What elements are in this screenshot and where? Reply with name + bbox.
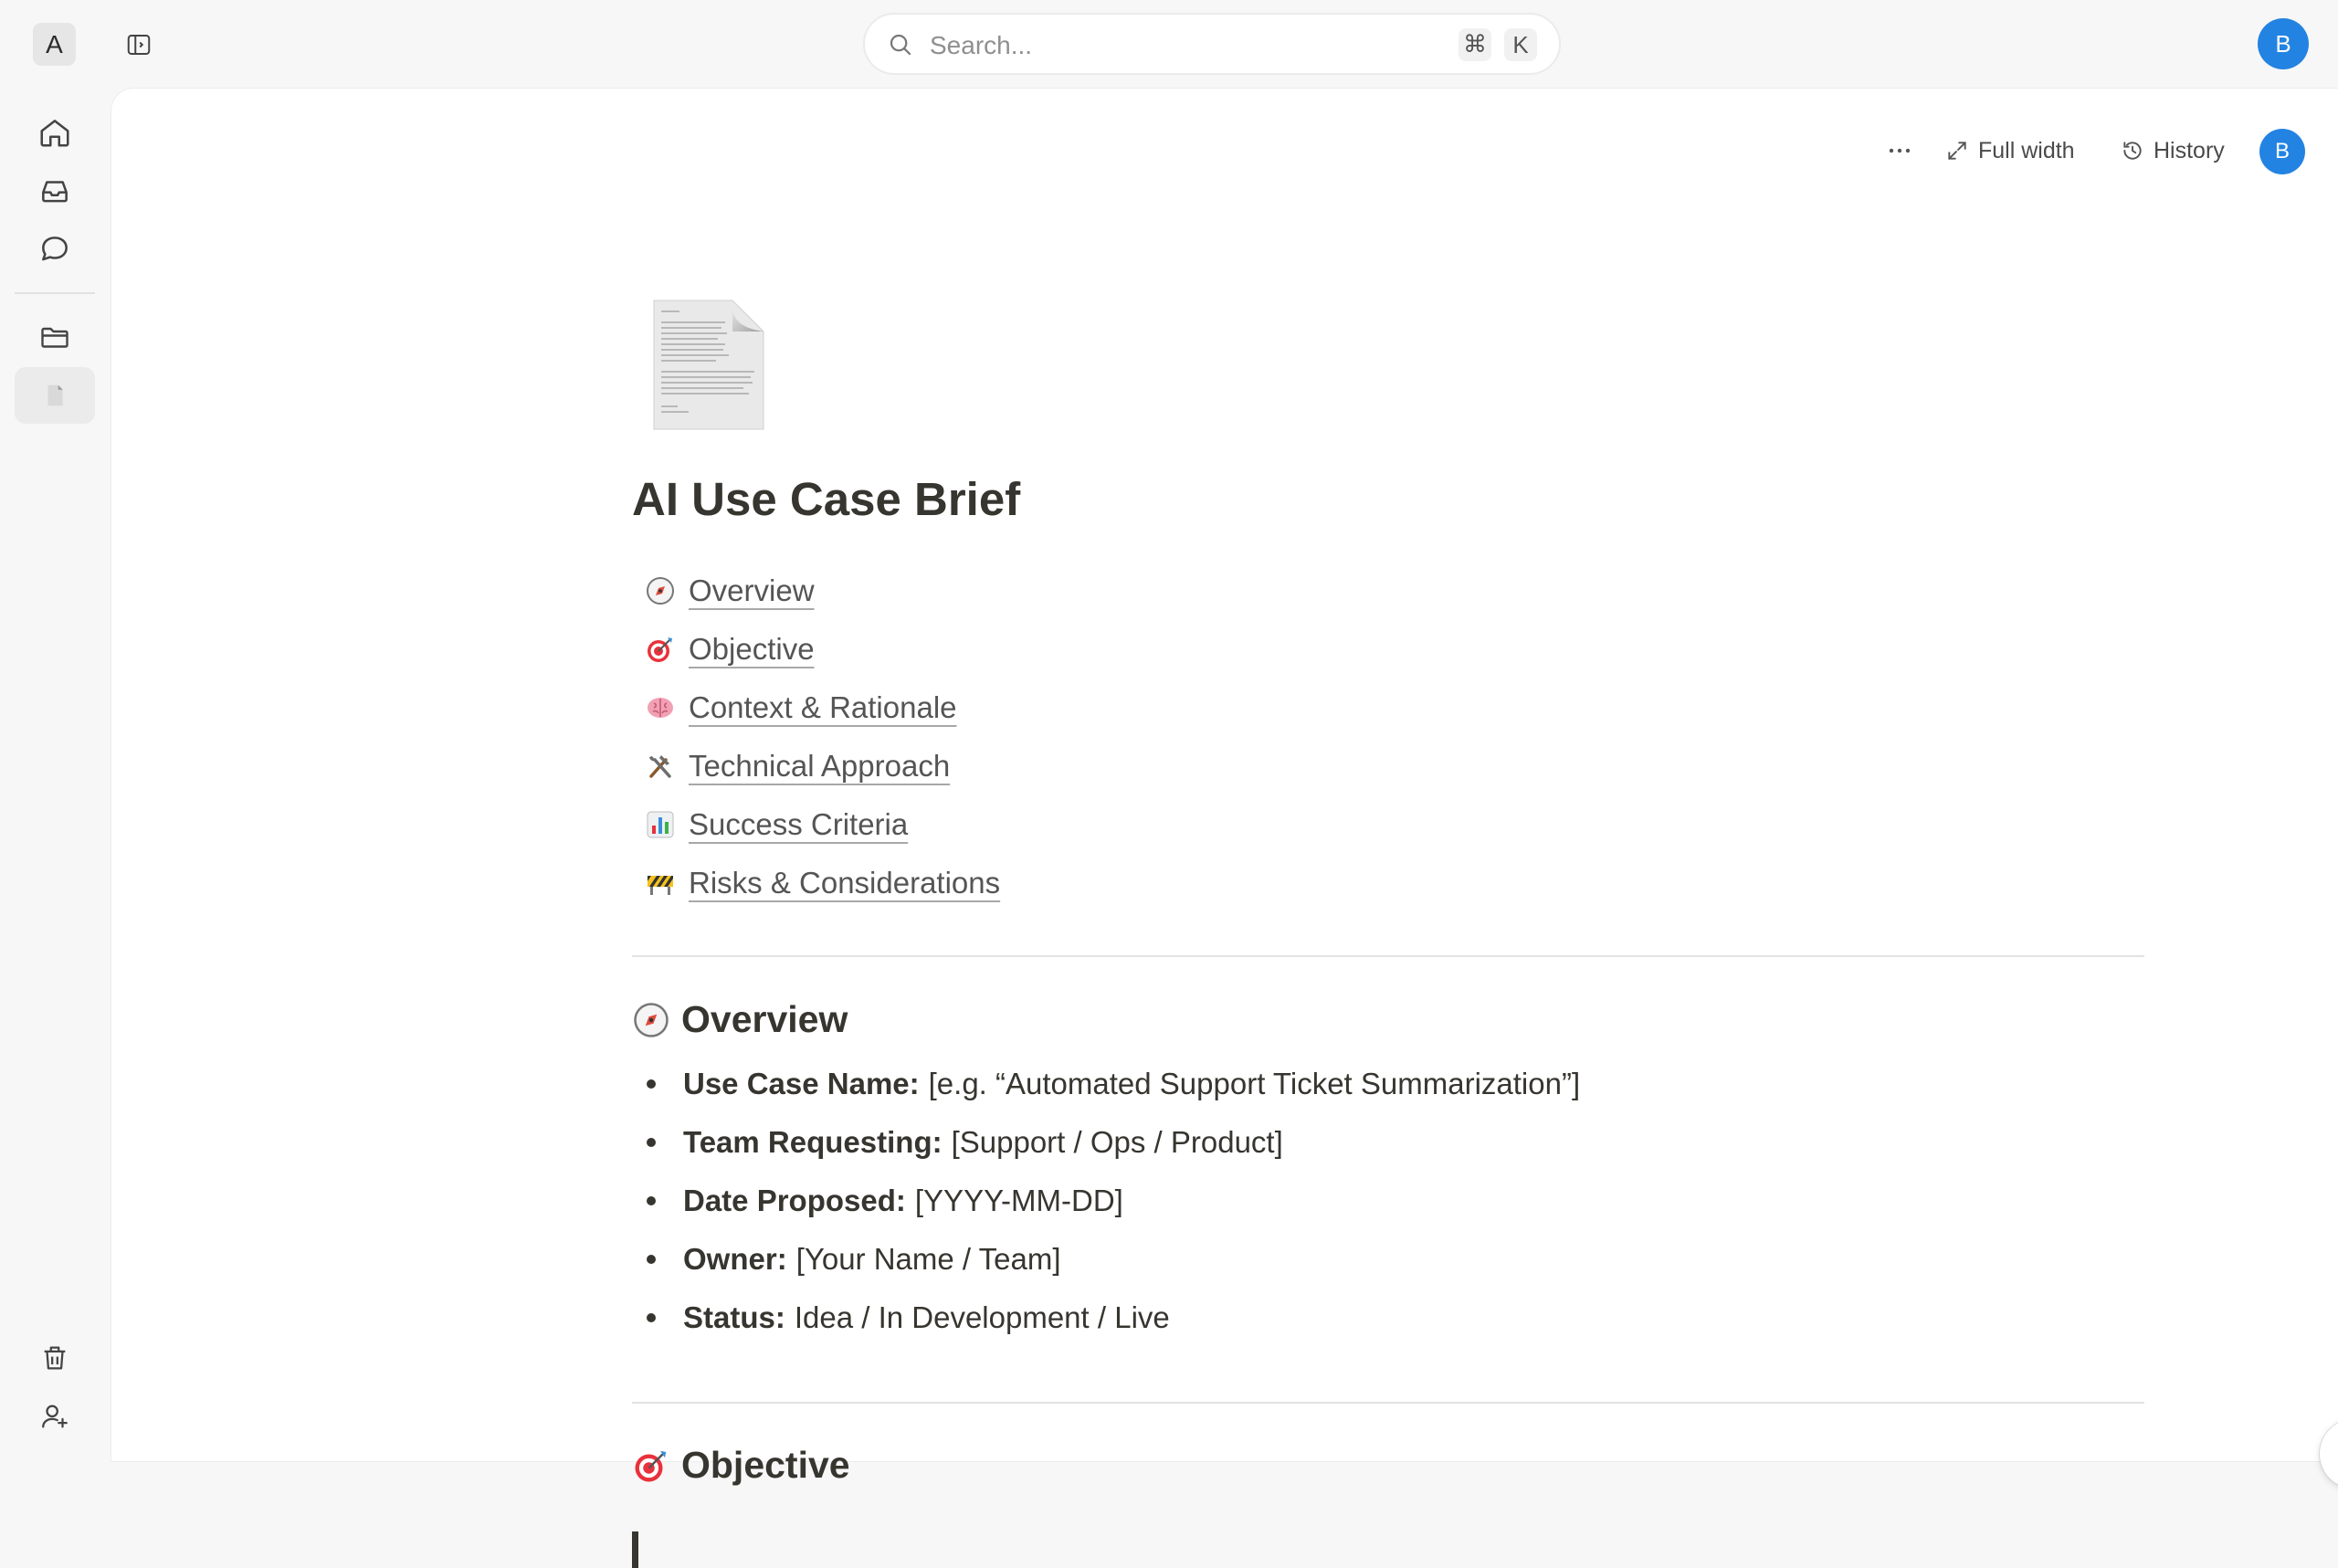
- home-icon: [37, 115, 72, 150]
- more-options-button[interactable]: [1874, 125, 1925, 176]
- add-user-icon: [39, 1401, 70, 1432]
- brain-icon: [645, 692, 676, 723]
- tools-icon: [645, 751, 676, 782]
- rail-divider: [15, 292, 95, 294]
- full-width-label: Full width: [1978, 137, 2075, 163]
- ai-assistant-button[interactable]: [2320, 1419, 2338, 1489]
- page-collaborator-avatar[interactable]: B: [2259, 129, 2305, 174]
- inbox-icon: [37, 174, 72, 208]
- toc-link-technical[interactable]: Technical Approach: [645, 746, 950, 786]
- toc-link-context[interactable]: Context & Rationale: [645, 688, 957, 728]
- user-avatar[interactable]: B: [2258, 18, 2309, 69]
- toc-link-label: Risks & Considerations: [689, 866, 1001, 900]
- field-value: Idea / In Development / Live: [794, 1300, 1170, 1334]
- search-icon: [887, 31, 914, 58]
- rail-trash[interactable]: [15, 1330, 95, 1386]
- toc-link-objective[interactable]: Objective: [645, 629, 815, 669]
- bullet-dot: [647, 1196, 656, 1205]
- search-input[interactable]: Search...: [930, 31, 1032, 60]
- list-item[interactable]: Owner: [Your Name / Team]: [632, 1239, 1061, 1279]
- quote-bar: [632, 1531, 638, 1568]
- field-value: [Support / Ops / Product]: [951, 1125, 1283, 1159]
- history-icon: [2121, 139, 2144, 163]
- toc-link-success[interactable]: Success Criteria: [645, 805, 908, 845]
- toc-link-overview[interactable]: Overview: [645, 571, 815, 611]
- toc-link-label: Technical Approach: [689, 749, 951, 783]
- bullet-dot: [647, 1138, 656, 1147]
- folder-icon: [38, 321, 71, 353]
- compass-icon: [632, 1001, 670, 1039]
- heading-text: Objective: [681, 1444, 850, 1486]
- list-item[interactable]: Use Case Name: [e.g. “Automated Support …: [632, 1064, 1580, 1104]
- shortcut-k-key: K: [1504, 28, 1537, 61]
- rail-home[interactable]: [15, 104, 95, 161]
- trash-icon: [39, 1342, 70, 1373]
- history-button[interactable]: History: [2121, 125, 2225, 176]
- rail-chat[interactable]: [15, 221, 95, 278]
- search-bar[interactable]: Search... ⌘ K: [863, 13, 1561, 75]
- page-document-icon[interactable]: [652, 299, 765, 431]
- ellipsis-icon: [1888, 147, 1911, 154]
- list-item[interactable]: Date Proposed: [YYYY-MM-DD]: [632, 1181, 1123, 1221]
- list-item[interactable]: Team Requesting: [Support / Ops / Produc…: [632, 1122, 1283, 1163]
- construction-barrier-icon: [645, 868, 676, 899]
- field-label: Date Proposed:: [683, 1184, 906, 1217]
- page-panel: Full width History B AI Use Case Brief O…: [111, 89, 2338, 1568]
- toc-link-label: Objective: [689, 632, 815, 666]
- bullet-dot: [647, 1079, 656, 1089]
- divider: [632, 955, 2144, 957]
- field-label: Owner:: [683, 1242, 787, 1276]
- rail-files[interactable]: [15, 309, 95, 365]
- compass-icon: [645, 575, 676, 606]
- divider: [632, 1402, 2144, 1404]
- chat-bubble-icon: [37, 232, 72, 267]
- heading-objective[interactable]: Objective: [632, 1444, 850, 1487]
- rail-invite[interactable]: [15, 1388, 95, 1445]
- field-value: [e.g. “Automated Support Ticket Summariz…: [928, 1067, 1581, 1100]
- toc-link-label: Overview: [689, 574, 815, 607]
- field-label: Team Requesting:: [683, 1125, 943, 1159]
- shortcut-cmd-key: ⌘: [1459, 28, 1491, 61]
- heading-overview[interactable]: Overview: [632, 998, 848, 1041]
- rail-inbox[interactable]: [15, 163, 95, 219]
- expand-icon: [1945, 139, 1969, 163]
- document-icon: [41, 382, 68, 409]
- list-item[interactable]: Status: Idea / In Development / Live: [632, 1298, 1170, 1338]
- field-label: Status:: [683, 1300, 785, 1334]
- field-label: Use Case Name:: [683, 1067, 920, 1100]
- rail-header: A: [0, 0, 183, 88]
- rail-current-page[interactable]: [15, 367, 95, 424]
- workspace-avatar[interactable]: A: [33, 23, 76, 66]
- target-icon: [632, 1447, 670, 1485]
- history-label: History: [2154, 137, 2225, 163]
- toc-link-risks[interactable]: Risks & Considerations: [645, 863, 1000, 903]
- field-value: [YYYY-MM-DD]: [914, 1184, 1123, 1217]
- field-value: [Your Name / Team]: [795, 1242, 1061, 1276]
- bullet-dot: [647, 1313, 656, 1322]
- bullet-dot: [647, 1255, 656, 1264]
- full-width-button[interactable]: Full width: [1945, 125, 2075, 176]
- target-icon: [645, 634, 676, 665]
- heading-text: Overview: [681, 998, 848, 1040]
- page-title[interactable]: AI Use Case Brief: [632, 472, 1020, 526]
- toc-link-label: Success Criteria: [689, 807, 909, 841]
- toc-link-label: Context & Rationale: [689, 690, 957, 724]
- bar-chart-icon: [645, 809, 676, 840]
- sidebar-toggle-icon[interactable]: [122, 28, 155, 61]
